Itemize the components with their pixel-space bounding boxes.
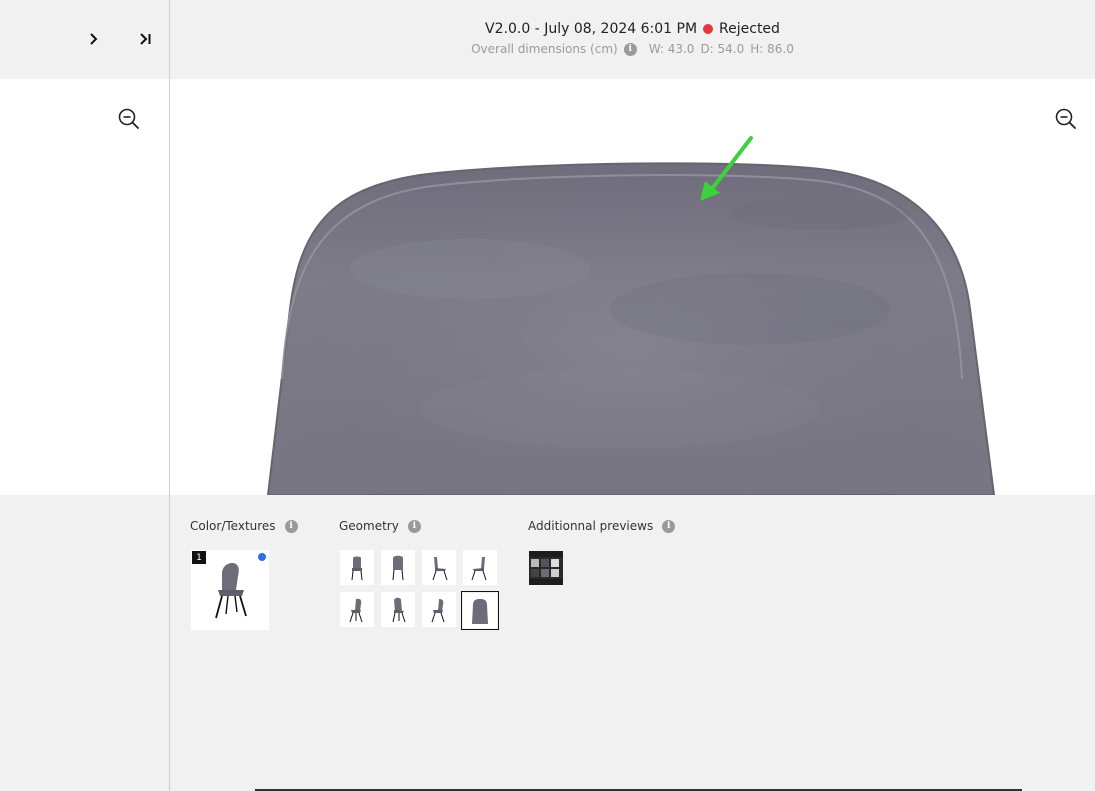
status-dot	[703, 24, 714, 34]
preview-grid-icon	[529, 557, 563, 579]
chair-three-quarter-icon	[349, 598, 363, 622]
dimensions-info: Overall dimensions (cm) i W: 43.0 D: 54.…	[170, 42, 1095, 56]
previews-title: Additionnal previews	[528, 519, 654, 533]
geometry-title: Geometry	[339, 519, 399, 533]
geometry-thumbnail-5[interactable]	[340, 592, 374, 627]
left-toolbar	[0, 0, 169, 79]
geometry-thumbnail-3[interactable]	[422, 550, 456, 585]
width-value: W: 43.0	[648, 42, 695, 56]
chair-thumbnail-icon	[215, 563, 247, 619]
chair-backrest-render	[266, 136, 996, 495]
geometry-thumbnail-1[interactable]	[340, 550, 374, 585]
chair-side-right-icon	[471, 556, 487, 580]
geometry-thumbnail-6[interactable]	[381, 592, 415, 627]
geometry-section-title: Geometry i	[339, 519, 421, 533]
info-icon[interactable]: i	[407, 519, 421, 533]
left-panel	[0, 0, 170, 791]
status-label: Rejected	[719, 21, 780, 37]
previews-section-title: Additionnal previews i	[528, 519, 676, 533]
chair-angle-icon	[431, 598, 445, 622]
zoom-out-icon	[118, 108, 139, 129]
textures-section-title: Color/Textures i	[190, 519, 298, 533]
model-viewer[interactable]	[170, 79, 1095, 495]
dimensions-label: Overall dimensions (cm)	[471, 42, 618, 56]
asset-panel: Color/Textures i 1 Geometry i Additionna…	[170, 495, 1095, 791]
version-header: V2.0.0 - July 08, 2024 6:01 PM Rejected …	[170, 0, 1095, 79]
texture-thumbnail[interactable]: 1	[191, 550, 269, 630]
info-icon[interactable]: i	[284, 519, 298, 533]
skip-to-end-icon	[140, 33, 151, 45]
preview-thumbnail[interactable]	[529, 551, 563, 585]
textures-title: Color/Textures	[190, 519, 276, 533]
geometry-thumbnail-7[interactable]	[422, 592, 456, 627]
chair-front-icon	[351, 556, 363, 580]
last-version-button[interactable]	[136, 30, 154, 48]
version-label: V2.0.0 - July 08, 2024 6:01 PM	[485, 21, 698, 37]
height-value: H: 86.0	[750, 42, 794, 56]
selected-indicator	[258, 553, 266, 561]
reference-view	[0, 79, 169, 495]
texture-index-badge: 1	[192, 551, 206, 564]
depth-value: D: 54.0	[700, 42, 745, 56]
zoom-out-icon	[1055, 108, 1076, 129]
chair-back-icon	[392, 555, 404, 580]
next-version-button[interactable]	[84, 30, 102, 48]
chair-side-left-icon	[432, 556, 448, 580]
version-info: V2.0.0 - July 08, 2024 6:01 PM Rejected	[170, 21, 1095, 37]
app-window: V2.0.0 - July 08, 2024 6:01 PM Rejected …	[0, 0, 1095, 791]
chair-three-quarter-back-icon	[392, 597, 406, 622]
info-icon[interactable]: i	[662, 519, 676, 533]
zoom-out-viewer-button[interactable]	[1053, 106, 1079, 132]
info-icon[interactable]: i	[623, 42, 637, 56]
chair-backrest-closeup-icon	[472, 598, 488, 624]
chevron-right-icon	[90, 33, 98, 45]
zoom-out-left-button[interactable]	[116, 106, 142, 132]
geometry-thumbnail-8-selected[interactable]	[461, 591, 499, 630]
geometry-thumbnail-4[interactable]	[463, 550, 497, 585]
geometry-thumbnail-2[interactable]	[381, 550, 415, 585]
